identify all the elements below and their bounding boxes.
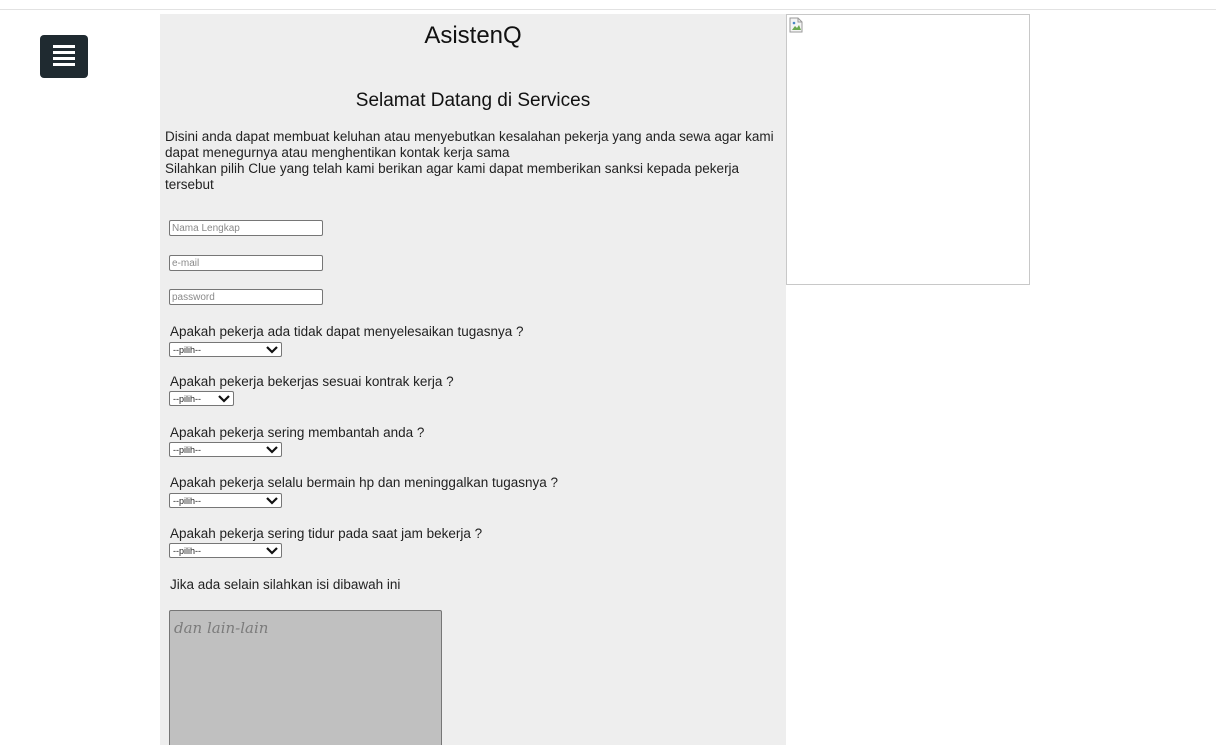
side-image — [786, 14, 1030, 285]
other-label: Jika ada selain silahkan isi dibawah ini — [170, 577, 401, 592]
question-label: Apakah pekerja sering tidur pada saat ja… — [170, 526, 483, 541]
question-select[interactable]: --pilih-- — [169, 442, 282, 457]
chevron-down-icon — [266, 446, 278, 454]
select-value: --pilih-- — [173, 496, 201, 506]
question-label: Apakah pekerja selalu bermain hp dan men… — [170, 475, 559, 490]
question-select[interactable]: --pilih-- — [169, 543, 282, 558]
intro-text: Disini anda dapat membuat keluhan atau m… — [165, 129, 785, 193]
question-select[interactable]: --pilih-- — [169, 391, 234, 406]
chevron-down-icon — [266, 497, 278, 505]
chevron-down-icon — [266, 346, 278, 354]
hamburger-menu-icon — [53, 45, 75, 66]
chevron-down-icon — [218, 395, 230, 403]
email-field[interactable] — [169, 255, 323, 271]
page: AsistenQ Selamat Datang di Services Disi… — [0, 0, 1216, 745]
select-value: --pilih-- — [173, 394, 201, 404]
main-panel: AsistenQ Selamat Datang di Services Disi… — [160, 14, 786, 745]
intro-paragraph: Disini anda dapat membuat keluhan atau m… — [165, 129, 774, 160]
intro-paragraph: Silahkan pilih Clue yang telah kami beri… — [165, 161, 740, 192]
question-label: Apakah pekerja bekerjas sesuai kontrak k… — [170, 374, 454, 389]
question-label: Apakah pekerja sering membantah anda ? — [170, 425, 425, 440]
top-divider — [0, 9, 1216, 10]
name-field[interactable] — [169, 220, 323, 236]
brand-title: AsistenQ — [424, 22, 522, 49]
welcome-heading: Selamat Datang di Services — [355, 90, 591, 111]
broken-image-icon — [789, 17, 803, 33]
question-select[interactable]: --pilih-- — [169, 493, 282, 508]
password-field[interactable] — [169, 289, 323, 305]
question-label: Apakah pekerja ada tidak dapat menyelesa… — [170, 324, 524, 339]
select-value: --pilih-- — [173, 546, 201, 556]
select-value: --pilih-- — [173, 445, 201, 455]
chevron-down-icon — [266, 547, 278, 555]
menu-button[interactable] — [40, 35, 88, 78]
question-select[interactable]: --pilih-- — [169, 342, 282, 357]
select-value: --pilih-- — [173, 345, 201, 355]
other-textarea[interactable] — [169, 610, 442, 745]
